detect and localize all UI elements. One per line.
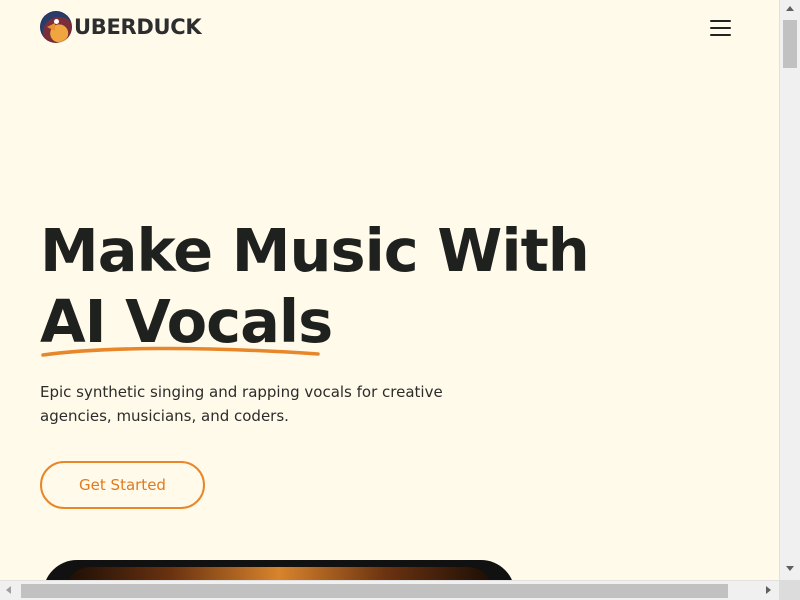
hamburger-menu-icon[interactable] bbox=[710, 20, 731, 36]
logo-link[interactable]: UBERDUCK bbox=[40, 11, 202, 43]
scroll-up-arrow-icon[interactable] bbox=[786, 6, 794, 11]
scrollbar-corner bbox=[779, 580, 800, 600]
hero-preview-media bbox=[43, 560, 515, 580]
hero-subtitle: Epic synthetic singing and rapping vocal… bbox=[40, 383, 443, 425]
title-underline-decoration bbox=[41, 346, 320, 357]
scroll-down-arrow-icon[interactable] bbox=[786, 566, 794, 571]
get-started-button[interactable]: Get Started bbox=[40, 461, 205, 509]
vertical-scroll-thumb[interactable] bbox=[783, 20, 797, 68]
hero-title-line-1: Make Music With bbox=[40, 216, 590, 285]
horizontal-scroll-thumb[interactable] bbox=[21, 584, 728, 598]
page-viewport: UBERDUCK Make Music With AI Vocals Epic … bbox=[0, 0, 779, 580]
hero-title: Make Music With AI Vocals bbox=[40, 215, 590, 357]
horizontal-scrollbar[interactable] bbox=[0, 580, 779, 600]
scroll-right-arrow-icon[interactable] bbox=[766, 586, 771, 594]
duck-logo-icon bbox=[40, 11, 72, 43]
logo-text: UBERDUCK bbox=[74, 15, 202, 39]
vertical-scrollbar[interactable] bbox=[779, 0, 800, 580]
scroll-left-arrow-icon[interactable] bbox=[6, 586, 11, 594]
